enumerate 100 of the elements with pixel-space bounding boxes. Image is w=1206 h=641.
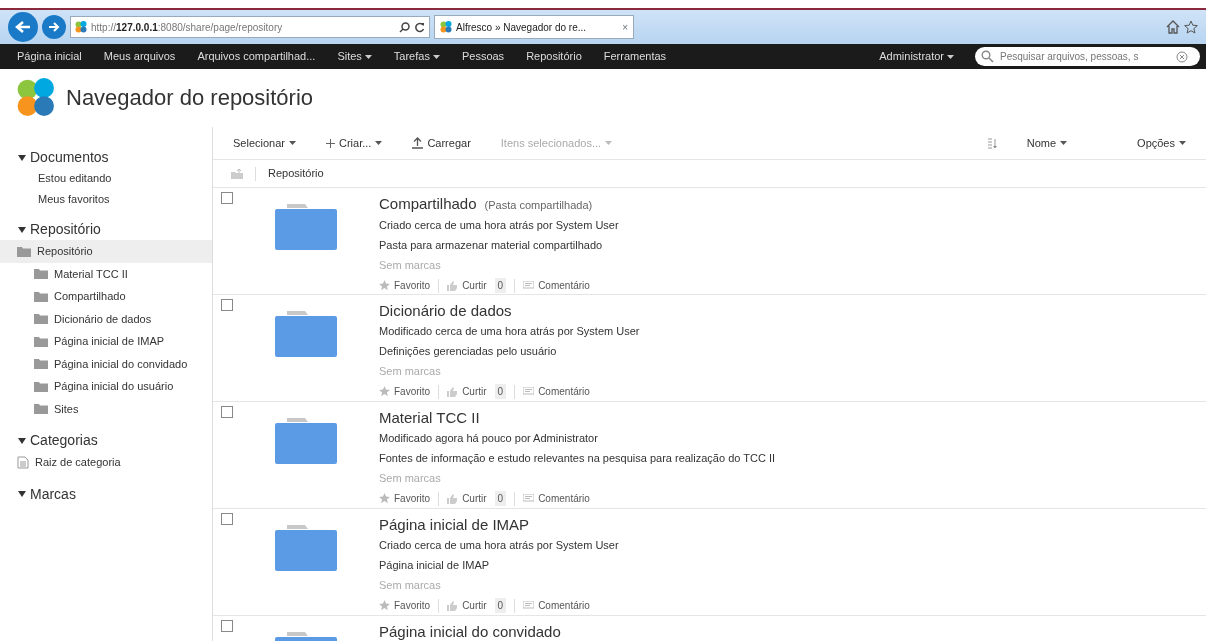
star-icon [379,600,390,611]
favorite-link[interactable]: Favorito [379,598,431,613]
item-description: Página inicial de IMAP [379,558,491,573]
comment-link[interactable]: Comentário [523,491,590,506]
like-link[interactable]: Curtir [447,278,487,293]
close-tab-button[interactable]: × [622,19,628,35]
like-link[interactable]: Curtir [447,384,487,399]
expanded-triangle-icon [18,437,26,444]
tree-item[interactable]: Dicionário de dados [0,307,212,330]
back-button[interactable] [8,12,38,42]
item-title[interactable]: Material TCC II [379,409,480,426]
folder-icon [34,358,48,370]
item-title[interactable]: Dicionário de dados [379,302,512,319]
comment-link[interactable]: Comentário [523,384,590,399]
caret-icon [605,141,613,145]
row-checkbox[interactable] [221,513,233,525]
folder-icon [34,403,48,415]
favorite-link[interactable]: Favorito [379,384,431,399]
tags-label: Sem marcas [379,364,442,379]
breadcrumb-item[interactable]: Repositório [268,165,324,182]
sidebar-link[interactable]: Meus favoritos [0,188,212,209]
tree-label: Dicionário de dados [54,311,152,327]
nav-link[interactable]: Arquivos compartilhad... [186,48,327,65]
caret-icon [432,54,440,59]
folder-icon [34,380,48,392]
options-button[interactable]: Opções [1137,134,1186,152]
item-title[interactable]: Página inicial do convidado [379,623,561,640]
plus-icon [326,138,335,148]
toolbar-button[interactable]: Criar... [326,134,383,152]
tree-item[interactable]: Repositório [0,240,212,263]
tree-item[interactable]: Raiz de categoria [0,451,212,474]
folder-icon [34,313,48,325]
search-field[interactable]: Pesquisar arquivos, pessoas, s [975,47,1200,66]
forward-button[interactable] [42,15,66,39]
tree-item[interactable]: Página inicial de IMAP [0,330,212,353]
nav-link[interactable]: Sites [326,48,383,65]
thumbs-up-icon [447,600,459,611]
comment-link[interactable]: Comentário [523,598,590,613]
document-icon [17,455,29,469]
modified-info: Criado cerca de uma hora atrás por System User [379,538,619,553]
thumbs-up-icon [447,386,459,397]
favorite-link[interactable]: Favorito [379,491,431,506]
address-bar[interactable]: http://127.0.0.1:8080/share/page/repository [70,16,430,38]
clear-search-button[interactable] [1176,50,1188,63]
comment-link[interactable]: Comentário [523,278,590,293]
toolbar-button[interactable]: Selecionar [233,134,296,152]
tags-label: Sem marcas [379,578,442,593]
favorite-link[interactable]: Favorito [379,278,431,293]
item-title[interactable]: Página inicial de IMAP [379,516,530,533]
refresh-icon [414,21,425,33]
folder-icon [34,268,48,280]
forward-arrow-icon [48,21,60,33]
nav-link[interactable]: Tarefas [382,48,451,65]
nav-link[interactable]: Pessoas [450,48,516,65]
search-icon [981,50,994,63]
row-checkbox[interactable] [221,406,233,418]
like-link[interactable]: Curtir [447,491,487,506]
nav-link[interactable]: Ferramentas [592,48,678,65]
section-heading[interactable]: Repositório [0,219,212,240]
caret-icon [375,141,383,145]
folder-icon [17,245,31,257]
nav-link[interactable]: Página inicial [6,48,93,65]
toolbar-button[interactable]: Carregar [412,134,471,152]
nav-link[interactable]: Repositório [515,48,593,65]
user-menu[interactable]: Administrator [868,48,965,65]
page-title: Navegador do repositório [66,84,314,112]
tree-label: Página inicial do usuário [54,379,174,394]
row-checkbox[interactable] [221,299,233,311]
like-count: 0 [494,278,507,293]
row-checkbox[interactable] [221,620,233,632]
star-icon [379,493,390,504]
tree-label: Repositório [37,244,93,259]
browser-tab[interactable]: Alfresco » Navegador do re... × [434,15,634,39]
row-checkbox[interactable] [221,192,233,204]
tree-item[interactable]: Material TCC II [0,262,212,285]
caret-icon [1179,141,1186,145]
folder-icon [275,418,337,464]
like-count: 0 [494,491,507,506]
parent-folder-button[interactable] [231,168,243,179]
item-description: Pasta para armazenar material compartilhado [379,238,604,253]
thumbs-up-icon [447,280,459,291]
comment-icon [523,281,535,290]
section-heading[interactable]: Documentos [0,147,212,168]
tree-label: Página inicial de IMAP [54,334,165,349]
item-title[interactable]: Compartilhado [379,195,477,212]
tree-item[interactable]: Página inicial do convidado [0,352,212,375]
sort-button[interactable]: Nome [1026,134,1068,152]
item-description: Fontes de informação e estudo relevantes na pesquisa para realização do TCC II [379,451,776,466]
tree-item[interactable]: Página inicial do usuário [0,375,212,398]
home-icon [1166,20,1180,34]
nav-link[interactable]: Meus arquivos [92,48,187,65]
sidebar-link[interactable]: Estou editando [0,168,212,189]
modified-info: Modificado cerca de uma hora atrás por System User [379,324,640,339]
section-heading[interactable]: Marcas [0,483,212,505]
like-link[interactable]: Curtir [447,598,487,613]
tree-item[interactable]: Sites [0,397,212,420]
tree-item[interactable]: Compartilhado [0,285,212,308]
section-heading[interactable]: Categorias [0,430,212,451]
like-count: 0 [494,384,507,399]
star-icon [379,386,390,397]
